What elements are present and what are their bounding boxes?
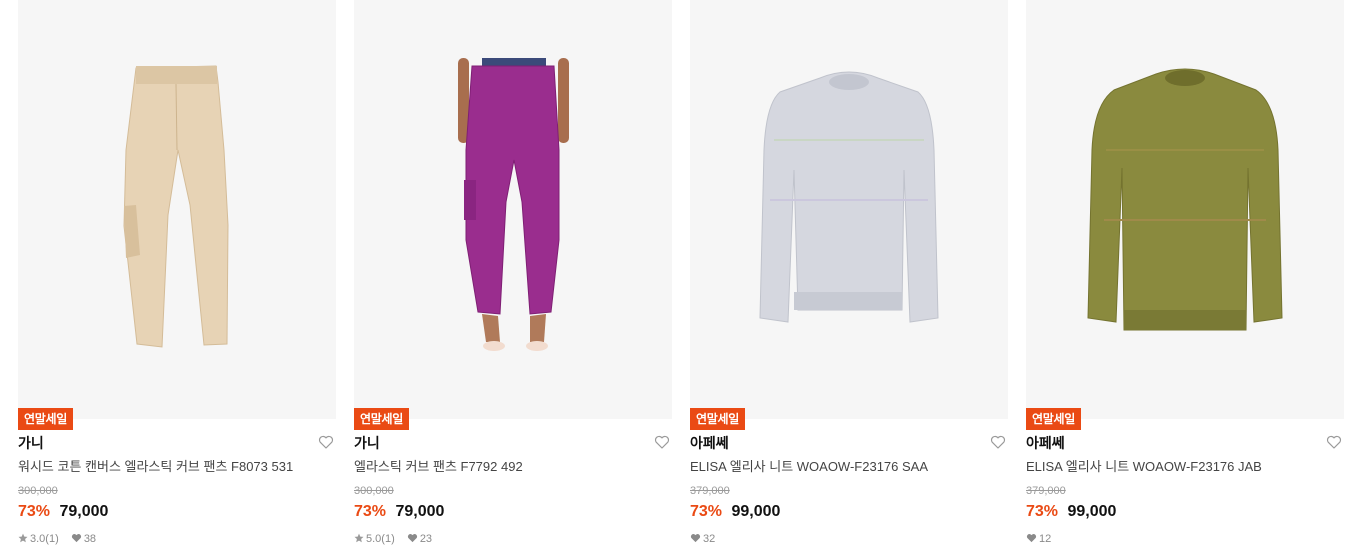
rating: 5.0(1) [354,532,395,546]
brand-name[interactable]: 아페쎄 [690,434,729,452]
discount-rate: 73% [1026,503,1059,520]
brand-name[interactable]: 가니 [18,434,44,452]
price-row: 73% 79,000 [18,501,108,522]
like-count-value: 32 [703,533,716,545]
sale-price: 99,000 [731,503,781,520]
product-name[interactable]: ELISA 엘리사 니트 WOAOW-F23176 SAA [690,459,1008,475]
like-count-value: 38 [83,533,97,545]
heart-icon[interactable] [654,434,670,450]
product-name[interactable]: 워시드 코튼 캔버스 엘라스틱 커브 팬츠 F8073 531 [18,459,336,475]
review-count: (1) [45,533,59,545]
heart-icon [690,534,701,543]
product-grid: 연말세일 가니 워시드 코튼 캔버스 엘라스틱 커브 팬츠 F8073 531 … [0,0,1349,557]
sale-price: 79,000 [59,503,109,520]
product-meta: 5.0(1) 23 [354,532,441,546]
beige-cargo-pants-image [123,65,229,348]
heart-icon [1026,534,1037,543]
star-icon [18,533,28,543]
brand-name[interactable]: 가니 [354,434,380,452]
sale-badge: 연말세일 [1026,408,1081,430]
product-meta: 12 [1026,532,1060,546]
original-price: 379,000 [1026,485,1066,497]
discount-rate: 73% [354,503,387,520]
original-price: 300,000 [354,485,394,497]
product-image[interactable] [1026,0,1344,419]
purple-pants-image [458,58,569,351]
product-name[interactable]: 엘라스틱 커브 팬츠 F7792 492 [354,459,672,475]
rating: 3.0(1) [18,532,59,546]
rating-value: 5.0 [366,533,382,545]
original-price: 379,000 [690,485,730,497]
like-count: 23 [407,532,432,546]
heart-icon[interactable] [318,434,334,450]
like-count-value: 23 [419,533,433,545]
sale-badge: 연말세일 [354,408,409,430]
product-image[interactable] [690,0,1008,419]
product-image[interactable] [354,0,672,419]
product-card[interactable]: 연말세일 가니 엘라스틱 커브 팬츠 F7792 492 300,000 73%… [354,0,672,557]
heart-icon[interactable] [990,434,1006,450]
brand-name[interactable]: 아페쎄 [1026,434,1065,452]
original-price: 300,000 [18,485,58,497]
product-card[interactable]: 연말세일 아페쎄 ELISA 엘리사 니트 WOAOW-F23176 JAB 3… [1026,0,1344,557]
heart-icon[interactable] [1326,434,1342,450]
discount-rate: 73% [690,503,723,520]
review-count: (1) [381,533,395,545]
star-icon [354,533,364,543]
heart-icon [71,534,81,543]
sale-badge: 연말세일 [18,408,73,430]
price-row: 73% 99,000 [1026,501,1116,522]
rating-value: 3.0 [30,533,46,545]
product-meta: 32 [690,532,724,546]
heart-icon [407,534,417,543]
like-count: 38 [71,532,96,546]
price-row: 73% 79,000 [354,501,444,522]
product-card[interactable]: 연말세일 아페쎄 ELISA 엘리사 니트 WOAOW-F23176 SAA 3… [690,0,1008,557]
price-row: 73% 99,000 [690,501,780,522]
grey-knit-sweater-image [759,71,939,323]
like-count: 12 [1026,532,1051,546]
olive-knit-sweater-image [1087,68,1283,331]
product-image[interactable] [18,0,336,419]
like-count-value: 12 [1039,533,1052,545]
discount-rate: 73% [18,503,51,520]
sale-price: 79,000 [395,503,445,520]
product-meta: 3.0(1) 38 [18,532,105,546]
like-count: 32 [690,532,715,546]
product-card[interactable]: 연말세일 가니 워시드 코튼 캔버스 엘라스틱 커브 팬츠 F8073 531 … [18,0,336,557]
product-name[interactable]: ELISA 엘리사 니트 WOAOW-F23176 JAB [1026,459,1344,475]
sale-price: 99,000 [1067,503,1117,520]
sale-badge: 연말세일 [690,408,745,430]
